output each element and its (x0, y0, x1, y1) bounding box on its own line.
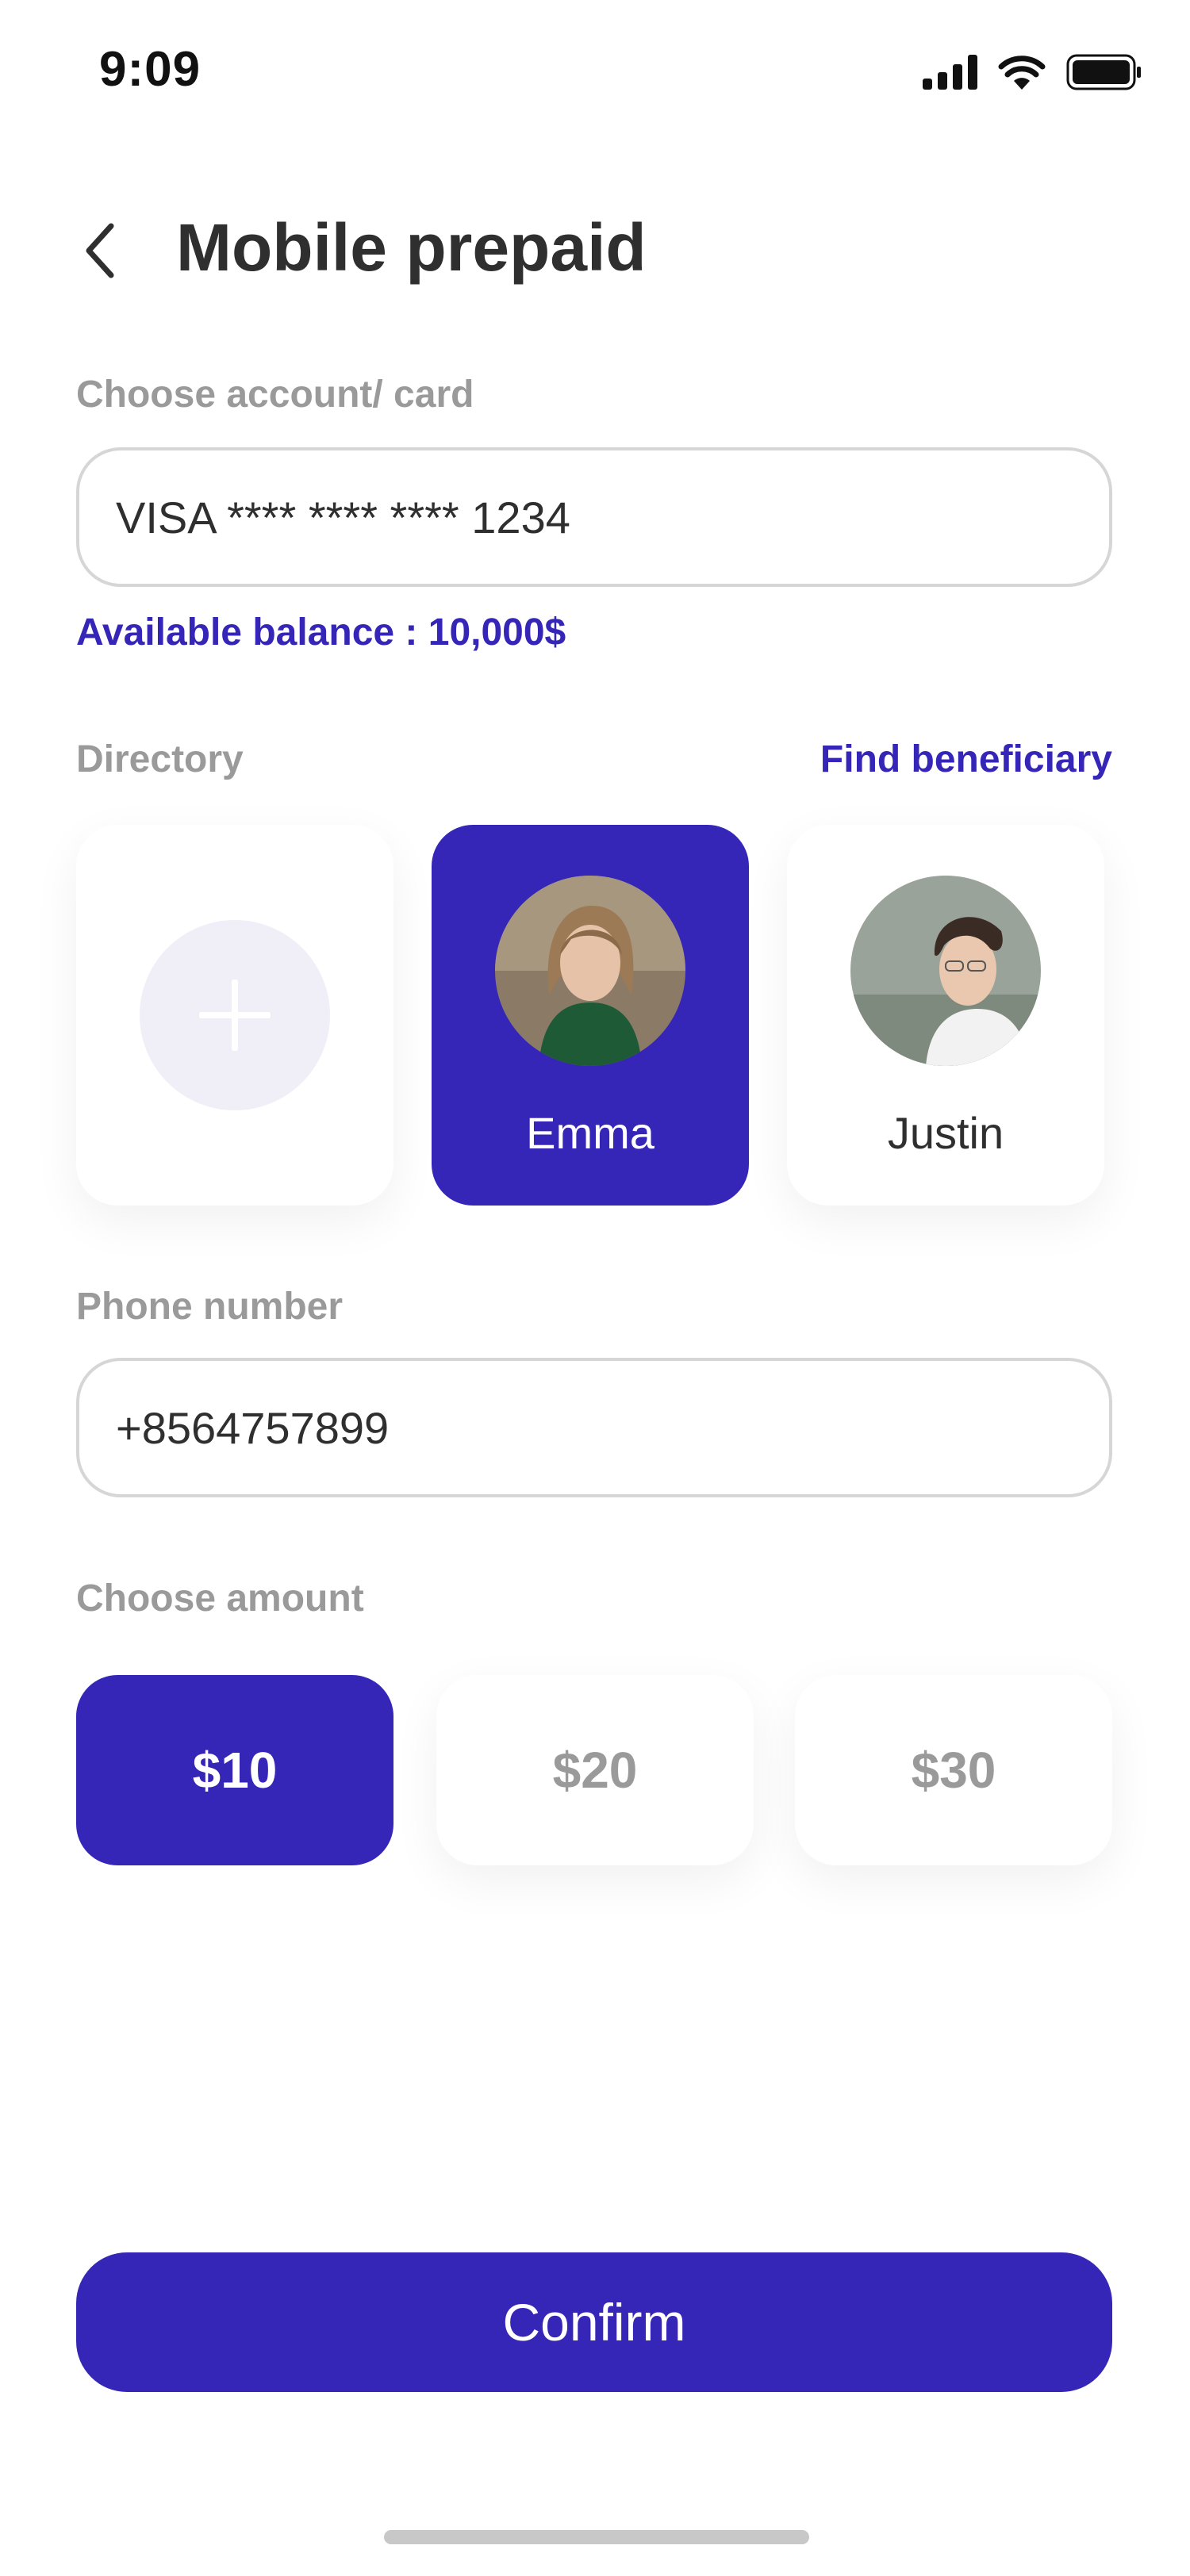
find-beneficiary-link[interactable]: Find beneficiary (820, 738, 1112, 781)
avatar (850, 876, 1041, 1066)
page-title: Mobile prepaid (176, 210, 647, 285)
contact-name: Justin (887, 1108, 1004, 1158)
cellular-signal-icon (923, 55, 977, 90)
amount-option-10[interactable]: $10 (76, 1675, 393, 1865)
avatar (495, 876, 685, 1066)
contact-name: Emma (526, 1108, 654, 1158)
status-icons (923, 54, 1142, 90)
amount-label: Choose amount (76, 1577, 364, 1620)
amount-option-20[interactable]: $20 (436, 1675, 754, 1865)
account-label: Choose account/ card (76, 374, 474, 416)
plus-icon (140, 920, 330, 1110)
contact-card-justin[interactable]: Justin (787, 825, 1104, 1206)
phone-label: Phone number (76, 1286, 344, 1328)
contact-card-emma[interactable]: Emma (432, 825, 749, 1206)
home-indicator (384, 2530, 809, 2544)
confirm-button[interactable]: Confirm (76, 2252, 1112, 2392)
account-value: VISA **** **** **** 1234 (116, 492, 570, 542)
account-select[interactable]: VISA **** **** **** 1234 (76, 447, 1112, 587)
back-button[interactable] (76, 219, 124, 282)
add-contact-card[interactable] (76, 825, 393, 1206)
directory-label: Directory (76, 738, 244, 780)
wifi-icon (998, 56, 1046, 90)
amount-option-30[interactable]: $30 (795, 1675, 1112, 1865)
phone-input[interactable]: +8564757899 (76, 1358, 1112, 1497)
screen: 9:09 Mobile prepaid Choose account/ card… (0, 0, 1190, 2576)
chevron-left-icon (86, 223, 114, 278)
phone-value: +8564757899 (116, 1402, 390, 1453)
status-time: 9:09 (99, 42, 202, 97)
battery-icon (1066, 54, 1141, 90)
available-balance: Available balance : 10,000$ (76, 611, 566, 654)
